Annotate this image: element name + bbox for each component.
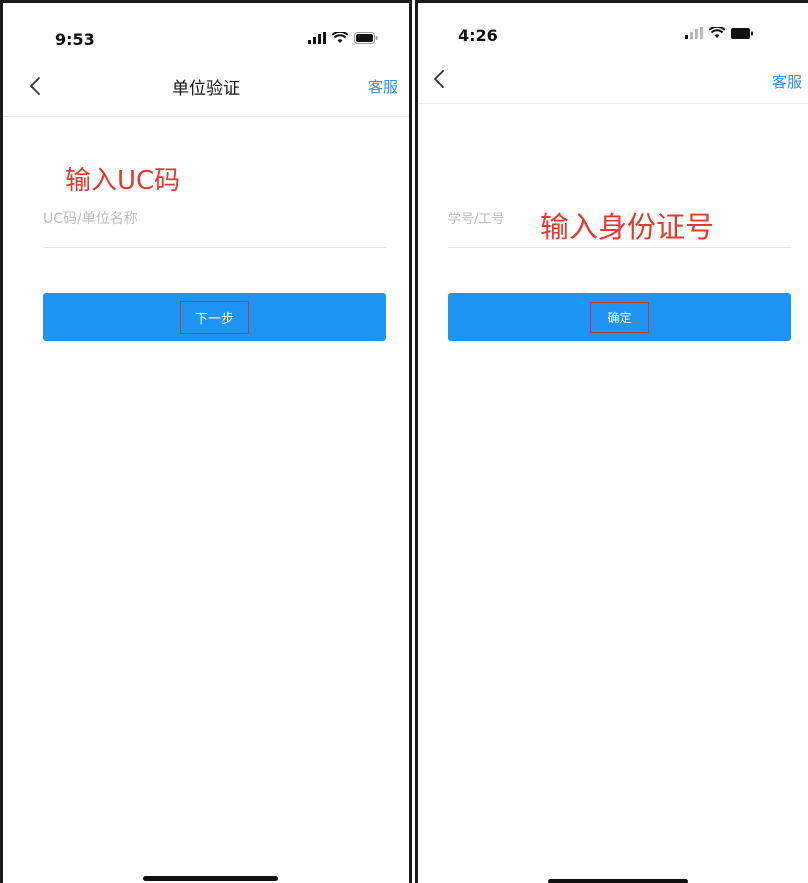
status-time: 4:26 — [458, 26, 498, 45]
confirm-label: 确定 — [590, 301, 649, 333]
customer-service-link[interactable]: 客服 — [772, 71, 802, 92]
home-indicator — [143, 876, 278, 881]
signal-icon — [685, 27, 703, 39]
customer-service-link[interactable]: 客服 — [368, 76, 398, 97]
uc-code-input[interactable] — [43, 211, 373, 227]
page-title: 单位验证 — [172, 79, 240, 99]
status-icons — [308, 32, 378, 44]
home-indicator — [548, 879, 688, 883]
next-step-button[interactable]: 下一步 — [43, 293, 386, 341]
annotation-uc-code: 输入UC码 — [65, 166, 181, 196]
input-underline — [448, 247, 791, 248]
status-icons — [685, 27, 753, 39]
nav-divider — [418, 103, 808, 104]
annotation-id-number: 输入身份证号 — [540, 210, 715, 244]
signal-icon — [308, 32, 326, 44]
nav-divider — [3, 116, 409, 117]
next-step-label: 下一步 — [179, 300, 249, 334]
battery-icon — [354, 32, 378, 44]
confirm-button[interactable]: 确定 — [448, 293, 791, 341]
input-underline — [43, 247, 386, 248]
left-phone-screen: 9:53 单位验证 客服 输入UC码 下一步 — [0, 0, 412, 883]
battery-icon — [731, 27, 753, 39]
wifi-icon — [709, 27, 725, 38]
status-time: 9:53 — [55, 30, 95, 49]
student-id-input[interactable] — [448, 212, 528, 227]
right-phone-screen: 4:26 客服 输入身份证号 确定 — [415, 0, 808, 883]
wifi-icon — [332, 32, 348, 43]
back-chevron-icon[interactable] — [431, 69, 447, 89]
